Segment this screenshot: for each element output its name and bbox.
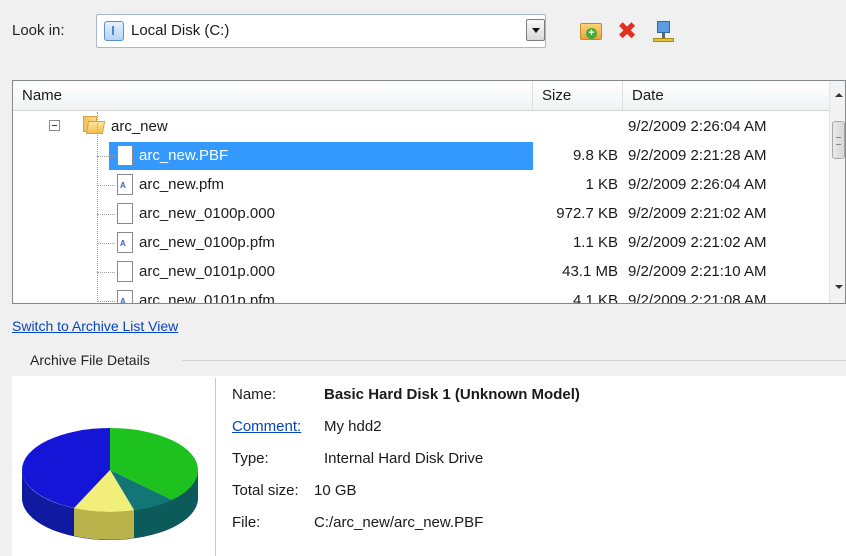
row-date: 9/2/2009 2:21:28 AM	[628, 147, 767, 164]
row-size: 1 KB	[585, 176, 618, 193]
tree-connector	[97, 301, 115, 302]
column-date[interactable]: Date	[623, 81, 829, 111]
row-size: 4.1 KB	[572, 292, 618, 304]
total-size-label: Total size:	[232, 482, 299, 499]
tree-connector	[97, 156, 115, 157]
look-in-combo[interactable]: Local Disk (C:)	[96, 14, 546, 48]
folder-icon	[83, 116, 106, 134]
row-size: 1.1 KB	[572, 234, 618, 251]
column-name[interactable]: Name	[13, 81, 533, 111]
name-label: Name:	[232, 386, 277, 403]
details-panel: Name: Basic Hard Disk 1 (Unknown Model) …	[12, 376, 846, 556]
file-icon	[117, 203, 133, 224]
type-label: Type:	[232, 450, 269, 467]
toolbar: Look in: Local Disk (C:) + ✖	[0, 0, 846, 72]
row-name: arc_new	[111, 118, 168, 135]
tree-connector	[97, 272, 115, 273]
table-row[interactable]: arc_new_0100p.000 972.7 KB 9/2/2009 2:21…	[13, 199, 829, 228]
table-row[interactable]: arc_new.pfm 1 KB 9/2/2009 2:26:04 AM	[13, 170, 829, 199]
row-date: 9/2/2009 2:21:02 AM	[628, 234, 767, 251]
row-name: arc_new_0101p.000	[139, 263, 275, 280]
pfm-file-icon	[117, 232, 133, 253]
comment-link[interactable]: Comment:	[232, 418, 301, 435]
row-name: arc_new.pfm	[139, 176, 225, 193]
tree-connector	[97, 243, 115, 244]
comment-value: My hdd2	[324, 418, 382, 435]
name-value: Basic Hard Disk 1 (Unknown Model)	[324, 386, 580, 403]
details-title: Archive File Details	[30, 352, 150, 368]
row-name: arc_new_0100p.pfm	[139, 234, 275, 251]
vertical-scrollbar[interactable]	[829, 81, 845, 303]
row-date: 9/2/2009 2:26:04 AM	[628, 176, 767, 193]
total-size-value: 10 GB	[314, 482, 357, 499]
row-name: arc_new.PBF	[139, 147, 229, 164]
row-name: arc_new_0100p.000	[139, 205, 275, 222]
row-date: 9/2/2009 2:26:04 AM	[628, 118, 767, 135]
table-row[interactable]: arc_new_0101p.pfm 4.1 KB 9/2/2009 2:21:0…	[13, 286, 829, 304]
drive-icon	[104, 21, 124, 41]
file-value: C:/arc_new/arc_new.PBF	[314, 514, 484, 531]
scroll-down-icon[interactable]	[830, 279, 845, 296]
collapse-icon[interactable]	[49, 120, 60, 131]
table-row[interactable]: arc_new_0100p.pfm 1.1 KB 9/2/2009 2:21:0…	[13, 228, 829, 257]
look-in-dropdown-button[interactable]	[526, 19, 545, 41]
file-list[interactable]: Name Size Date arc_new 9/2/2009 2:26:04 …	[12, 80, 846, 304]
pfm-file-icon	[117, 290, 133, 303]
scroll-up-icon[interactable]	[830, 87, 845, 104]
row-date: 9/2/2009 2:21:02 AM	[628, 205, 767, 222]
column-header: Name Size Date	[13, 81, 829, 111]
table-row[interactable]: arc_new_0101p.000 43.1 MB 9/2/2009 2:21:…	[13, 257, 829, 286]
pfm-file-icon	[117, 174, 133, 195]
pie-chart-icon	[22, 428, 199, 540]
look-in-value: Local Disk (C:)	[131, 22, 230, 39]
look-in-label: Look in:	[12, 22, 65, 39]
file-rows: arc_new 9/2/2009 2:26:04 AM arc_new.PBF …	[13, 112, 829, 304]
row-date: 9/2/2009 2:21:08 AM	[628, 292, 767, 304]
tree-line	[97, 112, 98, 303]
network-button[interactable]	[650, 20, 676, 44]
tree-connector	[97, 185, 115, 186]
file-icon	[117, 261, 133, 282]
network-icon	[657, 21, 670, 33]
archive-details-group: Archive File Details Name: Basic Hard Di…	[12, 350, 846, 556]
row-name: arc_new_0101p.pfm	[139, 292, 275, 304]
scroll-thumb[interactable]	[832, 121, 845, 159]
tree-connector	[97, 214, 115, 215]
delete-icon: ✖	[616, 18, 638, 45]
delete-button[interactable]: ✖	[614, 20, 640, 44]
row-size: 9.8 KB	[572, 147, 618, 164]
switch-to-archive-list-link[interactable]: Switch to Archive List View	[12, 318, 178, 334]
row-size: 972.7 KB	[556, 205, 618, 222]
row-size: 43.1 MB	[562, 263, 618, 280]
table-row[interactable]: arc_new.PBF 9.8 KB 9/2/2009 2:21:28 AM	[13, 141, 829, 170]
row-date: 9/2/2009 2:21:10 AM	[628, 263, 767, 280]
type-value: Internal Hard Disk Drive	[324, 450, 484, 467]
column-size[interactable]: Size	[533, 81, 623, 111]
new-folder-button[interactable]: +	[578, 20, 604, 44]
file-label: File:	[232, 514, 261, 531]
table-row[interactable]: arc_new 9/2/2009 2:26:04 AM	[13, 112, 829, 141]
file-icon	[117, 145, 133, 166]
